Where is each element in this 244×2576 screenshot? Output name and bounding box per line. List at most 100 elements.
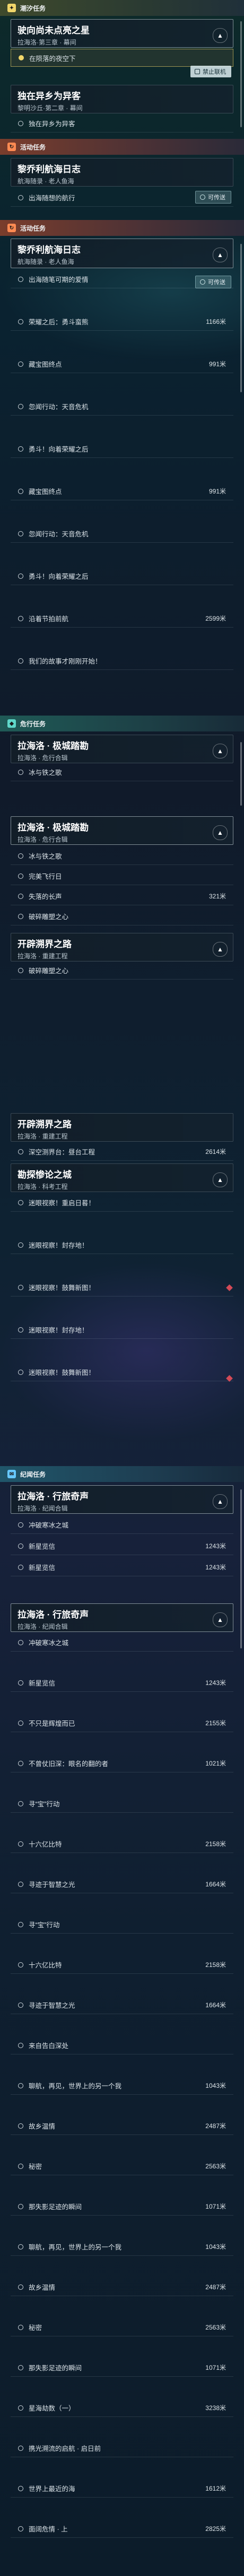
step-marker-icon xyxy=(19,55,24,60)
step-label: 星海劫数（一） xyxy=(29,2405,75,2412)
quest-step[interactable]: 故乡温情 2487米 xyxy=(11,2117,233,2135)
quest-subtitle: 拉海洛·第三章 · 幕间 xyxy=(18,39,76,46)
quest-step[interactable]: 寻“宝”行动 xyxy=(11,1795,233,1813)
collapse-icon[interactable]: ▲ xyxy=(213,248,228,262)
step-marker-icon xyxy=(18,1284,23,1290)
quest-step[interactable]: 迷眼视察！鼓舞新图！ xyxy=(11,1363,233,1381)
quest-step[interactable]: 来自告白深处 xyxy=(11,2036,233,2054)
collapse-icon[interactable]: ▲ xyxy=(213,744,228,758)
quest-card[interactable]: 黎乔利航海日志 航海随录 · 老人鱼海 xyxy=(11,158,233,187)
quest-step[interactable]: 十六亿比特 2158米 xyxy=(11,1835,233,1853)
quest-step[interactable]: 沿着节拍前航 2599米 xyxy=(11,610,233,628)
quest-step[interactable]: 在陨落的夜空下 xyxy=(11,49,233,67)
quest-step[interactable]: 秘密 2563米 xyxy=(11,2157,233,2175)
quest-step[interactable]: 携光溯流的启航 · 启日前 xyxy=(11,2439,233,2457)
step-label: 新星览信 xyxy=(29,1543,56,1550)
quest-step[interactable]: 忽闻行动：天音危机 xyxy=(11,525,233,543)
quest-step[interactable]: 独在异乡为异客 xyxy=(11,114,233,133)
step-label: 十六亿比特 xyxy=(29,1962,62,1969)
section-tab-lore[interactable]: ✉ 纪闻任务 xyxy=(0,1466,244,1482)
quest-step[interactable]: 寻“宝”行动 xyxy=(11,1916,233,1934)
quest-step[interactable]: 面阔危情 · 上 2825米 xyxy=(11,2520,233,2538)
quest-step[interactable]: 我们的故事才刚刚开始！ xyxy=(11,652,233,670)
quest-step[interactable]: 勇斗！向着荣耀之后 xyxy=(11,567,233,585)
quest-step[interactable]: 那失影足迹的瞬间 1071米 xyxy=(11,2198,233,2216)
step-marker-icon xyxy=(18,2526,23,2531)
step-marker-icon xyxy=(18,1639,23,1645)
quest-step[interactable]: 聊航，再见，世界上的另一个我 1043米 xyxy=(11,2238,233,2256)
collapse-icon[interactable]: ▲ xyxy=(213,28,228,43)
quest-step[interactable]: 藏宝图终点 991米 xyxy=(11,482,233,500)
quest-step[interactable]: 破碎雕塑之心 xyxy=(11,907,233,925)
quest-subtitle: 拉海洛 · 危行合辑 xyxy=(18,754,68,762)
quest-step[interactable]: 完美飞行日 xyxy=(11,867,233,885)
teleport-button[interactable]: 可传送 xyxy=(195,191,231,204)
quest-step[interactable]: 不只是辉煌而已 2155米 xyxy=(11,1714,233,1732)
quest-step[interactable]: 那失影足迹的瞬间 1071米 xyxy=(11,2359,233,2377)
collapse-icon[interactable]: ▲ xyxy=(213,1172,228,1187)
collapse-icon[interactable]: ▲ xyxy=(213,942,228,957)
quest-step[interactable]: 聊航，再见，世界上的另一个我 1043米 xyxy=(11,2077,233,2095)
quest-card[interactable]: 黎乔利航海日志 航海随录 · 老人鱼海 ▲ xyxy=(11,239,233,268)
quest-step[interactable]: 荣耀之后：勇斗蛮熊 1166米 xyxy=(11,313,233,331)
collapse-icon[interactable]: ▲ xyxy=(213,1494,228,1509)
quest-step[interactable]: 勇斗！向着荣耀之后 xyxy=(11,440,233,458)
step-label: 破碎雕塑之心 xyxy=(29,913,69,921)
quest-step[interactable]: 星海劫数（一） 3238米 xyxy=(11,2399,233,2417)
quest-card[interactable]: 拉海洛 · 极城踏勘 拉海洛 · 危行合辑 ▲ xyxy=(11,735,233,763)
step-label: 不曾仗旧深：眼名的翻的者 xyxy=(29,1760,109,1768)
step-distance: 2563米 xyxy=(205,2163,226,2170)
quest-card[interactable]: 拉海洛 · 行旅奇声 拉海洛 · 纪闻合辑 ▲ xyxy=(11,1485,233,1514)
section-tab-main[interactable]: ✦ 潮汐任务 xyxy=(0,0,244,16)
quest-step[interactable]: 深空测界台：昼台工程 2614米 xyxy=(11,1143,233,1161)
quest-step[interactable]: 十六亿比特 2158米 xyxy=(11,1956,233,1974)
step-marker-icon xyxy=(18,573,23,579)
quest-step[interactable]: 秘密 2563米 xyxy=(11,2318,233,2336)
step-marker-icon xyxy=(18,1543,23,1549)
section-tab-event[interactable]: ↻ 活动任务 xyxy=(0,139,244,155)
quest-card[interactable]: 拉海洛 · 行旅奇声 拉海洛 · 纪闻合辑 ▲ xyxy=(11,1603,233,1632)
quest-step[interactable]: 寻迹于智慧之光 1664米 xyxy=(11,1875,233,1893)
quest-step[interactable]: 新星览信 1243米 xyxy=(11,1674,233,1692)
quest-step[interactable]: 冰与铁之歌 xyxy=(11,847,233,865)
quest-step[interactable]: 迷眼视察！封存地！ xyxy=(11,1236,233,1254)
quest-step[interactable]: 忽闻行动：天音危机 xyxy=(11,398,233,416)
collapse-icon[interactable]: ▲ xyxy=(213,825,228,840)
step-marker-icon xyxy=(18,2324,23,2330)
quest-card[interactable]: 独在异乡为异客 黎明沙丘·第二章 · 幕间 xyxy=(11,85,233,113)
quest-step[interactable]: 藏宝图终点 991米 xyxy=(11,355,233,373)
quest-step[interactable]: 冲破寒冰之城 xyxy=(11,1634,233,1652)
section-label: 危行任务 xyxy=(20,720,46,728)
disable-join-button[interactable]: 禁止联机 xyxy=(190,66,231,77)
step-marker-icon xyxy=(18,967,23,973)
step-marker-icon xyxy=(18,769,23,775)
quest-step[interactable]: 世界上最近的海 1612米 xyxy=(11,2480,233,2498)
scrollbar[interactable] xyxy=(240,21,242,127)
scrollbar[interactable] xyxy=(240,1489,242,1648)
quest-card[interactable]: 勘探惨论之城 拉海洛 · 科考工程 ▲ xyxy=(11,1163,233,1192)
quest-step[interactable]: 迷眼视察！鼓舞新图！ xyxy=(11,1278,233,1296)
quest-step[interactable]: 不曾仗旧深：眼名的翻的者 1021米 xyxy=(11,1754,233,1772)
scrollbar[interactable] xyxy=(240,244,242,392)
quest-step[interactable]: 冲破寒冰之城 xyxy=(11,1516,233,1534)
quest-step[interactable]: 新星览信 1243米 xyxy=(11,1558,233,1576)
quest-step[interactable]: 故乡温情 2487米 xyxy=(11,2278,233,2296)
step-label: 那失影足迹的瞬间 xyxy=(29,2365,82,2372)
quest-step[interactable]: 寻迹于智慧之光 1664米 xyxy=(11,1996,233,2014)
quest-card[interactable]: 驶向尚未点亮之星 拉海洛·第三章 · 幕间 ▲ xyxy=(11,19,233,48)
quest-step[interactable]: 迷眼视察！重启日晷！ xyxy=(11,1194,233,1212)
scrollbar[interactable] xyxy=(240,742,242,806)
quest-card[interactable]: 拉海洛 · 极城踏勘 拉海洛 · 危行合辑 ▲ xyxy=(11,816,233,845)
quest-step[interactable]: 迷眼视察！封存地！ xyxy=(11,1321,233,1339)
step-label: 那失影足迹的瞬间 xyxy=(29,2203,82,2211)
quest-step[interactable]: 破碎雕塑之心 xyxy=(11,961,233,980)
quest-card[interactable]: 开辟溯界之路 拉海洛 · 重建工程 ▲ xyxy=(11,933,233,961)
quest-card[interactable]: 开辟溯界之路 拉海洛 · 重建工程 xyxy=(11,1113,233,1142)
quest-step[interactable]: 新星览信 1243米 xyxy=(11,1537,233,1555)
quest-step[interactable]: 冰与铁之歌 xyxy=(11,763,233,781)
section-tab-hangout[interactable]: ◆ 危行任务 xyxy=(0,716,244,731)
collapse-icon[interactable]: ▲ xyxy=(213,1612,228,1627)
quest-step[interactable]: 失落的长声 321米 xyxy=(11,887,233,905)
section-tab-event[interactable]: ↻ 活动任务 xyxy=(0,220,244,236)
quest-step[interactable]: 出海随笔可期的爱情 xyxy=(11,270,233,288)
